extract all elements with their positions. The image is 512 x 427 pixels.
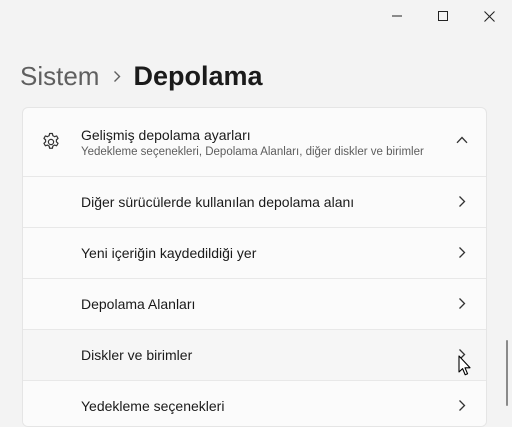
- list-item-disks-and-volumes[interactable]: Diskler ve birimler: [23, 330, 486, 381]
- maximize-button[interactable]: [420, 0, 466, 32]
- chevron-right-icon: [459, 298, 466, 309]
- chevron-right-icon: [459, 247, 466, 258]
- list-item-label: Diğer sürücülerde kullanılan depolama al…: [81, 194, 355, 210]
- minimize-icon: [392, 15, 402, 17]
- breadcrumb: Sistem Depolama: [20, 56, 263, 96]
- advanced-storage-settings-card: Gelişmiş depolama ayarları Yedekleme seç…: [22, 107, 487, 427]
- list-item-backup-options[interactable]: Yedekleme seçenekleri: [23, 381, 486, 426]
- list-item-label: Diskler ve birimler: [81, 347, 193, 363]
- mouse-pointer-icon: [458, 355, 471, 376]
- list-item-new-content-save-location[interactable]: Yeni içeriğin kaydedildiği yer: [23, 228, 486, 279]
- list-item-label: Yeni içeriğin kaydedildiği yer: [81, 245, 257, 261]
- scrollbar-thumb[interactable]: [506, 340, 508, 406]
- chevron-right-icon: [114, 70, 121, 82]
- close-icon: [483, 10, 495, 22]
- close-button[interactable]: [466, 0, 512, 32]
- minimize-button[interactable]: [374, 0, 420, 32]
- advanced-storage-settings-title: Gelişmiş depolama ayarları: [81, 127, 251, 143]
- list-item-label: Yedekleme seçenekleri: [81, 398, 225, 414]
- list-item-label: Depolama Alanları: [81, 296, 196, 312]
- gear-icon: [43, 132, 59, 149]
- advanced-storage-settings-header[interactable]: Gelişmiş depolama ayarları Yedekleme seç…: [23, 108, 486, 177]
- chevron-right-icon: [459, 400, 466, 411]
- breadcrumb-separator: [113, 70, 121, 83]
- maximize-icon: [438, 11, 448, 21]
- breadcrumb-parent-link[interactable]: Sistem: [20, 61, 99, 92]
- list-item-storage-spaces[interactable]: Depolama Alanları: [23, 279, 486, 330]
- chevron-right-icon: [459, 196, 466, 207]
- list-item-other-drives-storage[interactable]: Diğer sürücülerde kullanılan depolama al…: [23, 177, 486, 228]
- page-title: Depolama: [133, 60, 263, 91]
- advanced-storage-settings-subtitle: Yedekleme seçenekleri, Depolama Alanları…: [81, 146, 424, 158]
- title-bar: [0, 0, 512, 32]
- chevron-up-icon: [456, 136, 468, 144]
